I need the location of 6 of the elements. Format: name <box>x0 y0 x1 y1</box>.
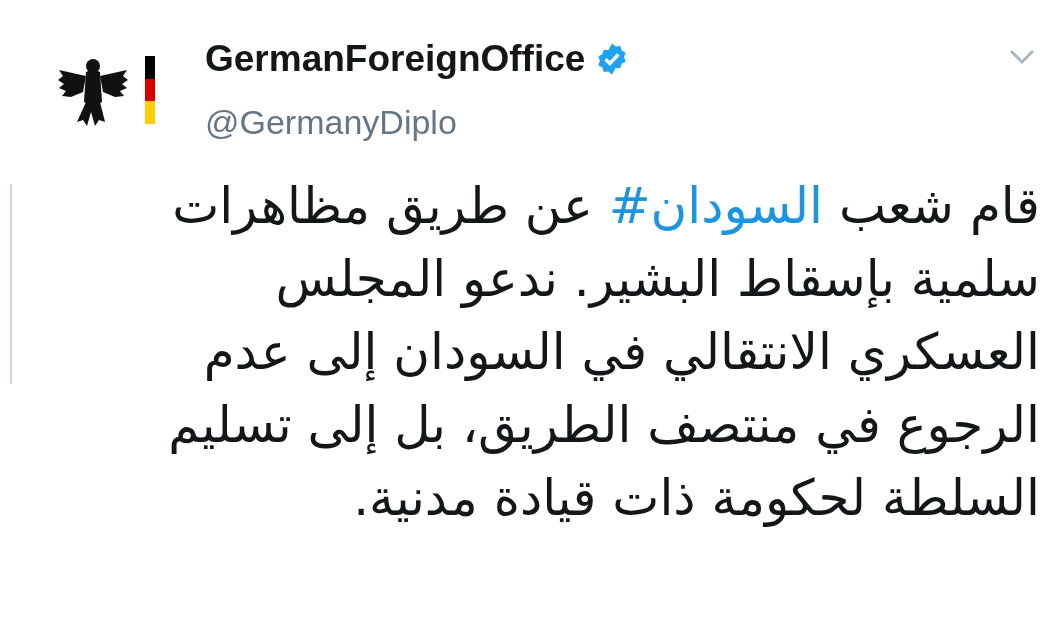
author-handle[interactable]: @GermanyDiplo <box>205 100 630 144</box>
flag-stripe-icon <box>145 56 155 124</box>
chevron-down-icon[interactable] <box>1008 48 1036 66</box>
tweet-text: قام شعب #السودان عن طريق مظاهرات سلمية بإسقاط البشير. ندعو المجلس العسكري الانتقالي في السودان إلى عدم الرجوع في منتصف الطريق، بل إلى تسليم السلطة لحكومة ذات قيادة مدنية. <box>167 176 1040 529</box>
author-name[interactable]: GermanForeignOffice <box>205 36 586 82</box>
hashtag-link[interactable]: #السودان <box>608 177 823 235</box>
